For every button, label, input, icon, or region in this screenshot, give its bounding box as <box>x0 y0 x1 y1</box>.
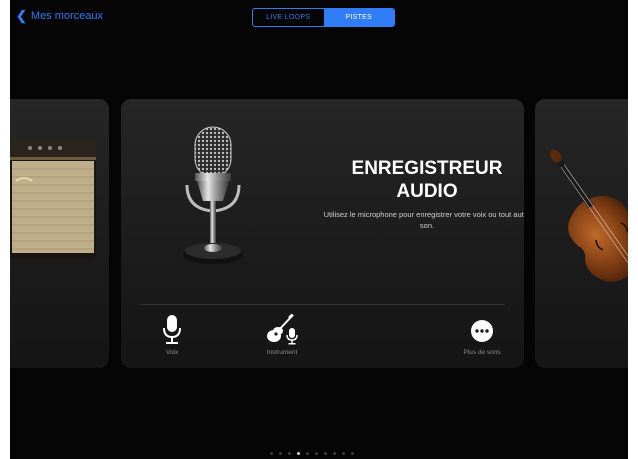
options-divider <box>139 304 505 305</box>
page-dot[interactable] <box>324 452 327 455</box>
option-voix[interactable]: Voix <box>137 314 207 356</box>
view-segmented-control: LIVE LOOPS PISTES <box>252 8 395 27</box>
page-indicator <box>270 452 354 455</box>
tab-pistes[interactable]: PISTES <box>323 9 394 26</box>
amplifier-image <box>10 139 96 259</box>
card-description: Utilisez le microphone pour enregistrer … <box>323 210 524 230</box>
option-voix-label: Voix <box>165 349 179 356</box>
chevron-left-icon: ❮ <box>16 8 27 23</box>
page-dot[interactable] <box>342 452 345 455</box>
page-dot[interactable] <box>351 452 354 455</box>
option-instrument[interactable]: Instrument <box>247 314 317 356</box>
app-screen: ❮ Mes morceaux LIVE LOOPS PISTES ENREGIS… <box>10 0 628 459</box>
card-title: ENREGISTREUR AUDIO <box>317 157 524 203</box>
page-dot[interactable] <box>306 452 309 455</box>
violin-image <box>549 149 628 282</box>
audio-recorder-card: ENREGISTREUR AUDIO Utilisez le microphon… <box>121 99 524 368</box>
studio-microphone-image <box>183 126 243 264</box>
page-dot[interactable] <box>297 452 300 455</box>
card-title-line2: AUDIO <box>396 181 458 202</box>
option-instrument-label: Instrument <box>266 349 298 356</box>
back-label: Mes morceaux <box>30 9 104 22</box>
back-button[interactable]: ❮ Mes morceaux <box>16 9 103 22</box>
page-dot[interactable] <box>288 452 291 455</box>
tab-live-loops[interactable]: LIVE LOOPS <box>253 9 324 26</box>
page-dot[interactable] <box>279 452 282 455</box>
page-dot[interactable] <box>270 452 273 455</box>
instrument-card-strings[interactable] <box>535 99 628 368</box>
instrument-card-amp[interactable] <box>10 99 109 368</box>
microphone-icon <box>163 315 181 344</box>
option-plus-de-sons-label: Plus de sons <box>463 349 501 356</box>
option-plus-de-sons[interactable]: Plus de sons <box>447 314 517 356</box>
more-icon <box>471 320 493 342</box>
page-dot[interactable] <box>315 452 318 455</box>
page-dot[interactable] <box>333 452 336 455</box>
guitar-mic-icon <box>267 314 298 345</box>
card-title-line1: ENREGISTREUR <box>351 158 503 179</box>
